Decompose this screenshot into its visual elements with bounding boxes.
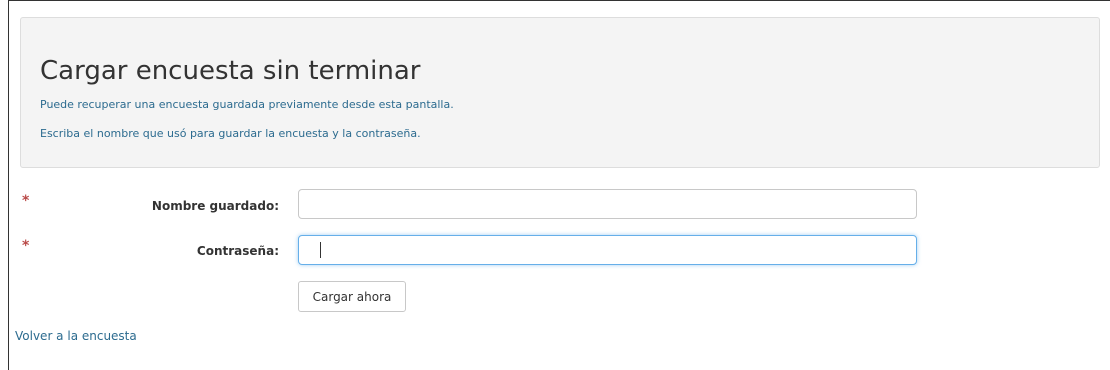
saved-name-label: Nombre guardado: <box>151 199 279 213</box>
back-to-survey-link[interactable]: Volver a la encuesta <box>15 329 137 343</box>
header-panel: Cargar encuesta sin terminar Puede recup… <box>20 17 1100 168</box>
saved-name-input[interactable] <box>298 189 917 219</box>
page-title: Cargar encuesta sin terminar <box>40 56 421 86</box>
description-line-2: Escriba el nombre que usó para guardar l… <box>40 127 421 140</box>
password-label: Contraseña: <box>196 244 279 258</box>
text-caret <box>320 242 321 258</box>
load-now-button[interactable]: Cargar ahora <box>298 281 406 312</box>
page-frame: Cargar encuesta sin terminar Puede recup… <box>8 0 1110 370</box>
description-line-1: Puede recuperar una encuesta guardada pr… <box>40 98 454 111</box>
password-input[interactable] <box>298 235 917 265</box>
